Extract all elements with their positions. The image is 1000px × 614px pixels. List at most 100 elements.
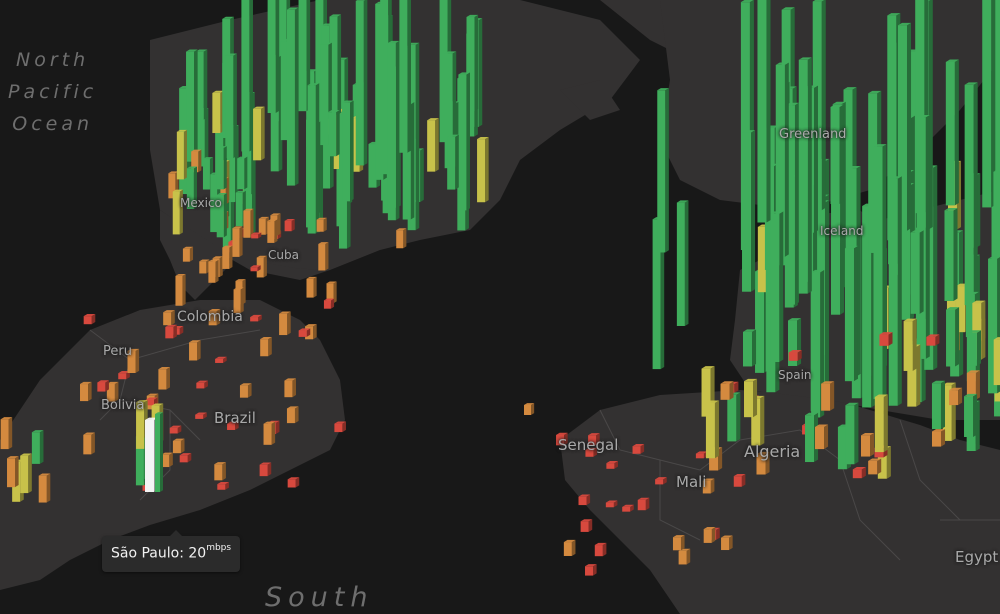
speed-column[interactable]: [585, 564, 597, 576]
speed-column[interactable]: [594, 542, 607, 557]
speed-column[interactable]: [172, 438, 185, 454]
speed-column[interactable]: [931, 429, 946, 447]
speed-column[interactable]: [323, 298, 335, 309]
speed-column[interactable]: [477, 136, 489, 203]
speed-column[interactable]: [910, 230, 924, 314]
speed-column[interactable]: [744, 378, 758, 418]
speed-column[interactable]: [214, 462, 226, 481]
speed-column[interactable]: [237, 156, 248, 190]
speed-column[interactable]: [175, 273, 186, 306]
speed-column[interactable]: [964, 393, 978, 437]
sao-paulo-column-edge[interactable]: [155, 412, 163, 492]
speed-column[interactable]: [334, 421, 346, 433]
speed-column[interactable]: [931, 380, 946, 430]
speed-column[interactable]: [328, 109, 340, 157]
speed-column[interactable]: [316, 217, 327, 232]
speed-column[interactable]: [888, 176, 902, 406]
speed-column[interactable]: [606, 460, 618, 469]
speed-column[interactable]: [676, 200, 689, 326]
speed-column[interactable]: [0, 417, 13, 450]
speed-column[interactable]: [982, 0, 996, 208]
speed-column[interactable]: [38, 473, 51, 503]
speed-column[interactable]: [844, 245, 858, 382]
speed-column[interactable]: [944, 207, 958, 301]
speed-column[interactable]: [821, 381, 835, 411]
speed-column[interactable]: [165, 324, 177, 339]
speed-column[interactable]: [176, 129, 187, 180]
speed-column[interactable]: [158, 367, 170, 390]
speed-column[interactable]: [196, 380, 208, 389]
speed-column[interactable]: [279, 311, 291, 336]
map-canvas[interactable]: [0, 0, 1000, 614]
speed-column[interactable]: [232, 226, 243, 257]
speed-column[interactable]: [212, 90, 224, 134]
speed-column[interactable]: [286, 7, 299, 186]
speed-column[interactable]: [757, 0, 771, 223]
speed-column[interactable]: [815, 424, 829, 450]
speed-column[interactable]: [186, 49, 198, 162]
speed-column[interactable]: [342, 100, 354, 202]
speed-column[interactable]: [217, 481, 229, 490]
speed-column[interactable]: [260, 336, 272, 357]
speed-column[interactable]: [284, 218, 295, 232]
speed-column[interactable]: [199, 259, 210, 274]
speed-column[interactable]: [387, 40, 400, 221]
speed-column[interactable]: [563, 539, 576, 556]
speed-column[interactable]: [396, 228, 407, 249]
speed-column[interactable]: [243, 208, 254, 238]
speed-column[interactable]: [355, 0, 368, 166]
speed-column[interactable]: [632, 444, 645, 454]
speed-column[interactable]: [830, 104, 844, 205]
speed-column[interactable]: [993, 169, 1000, 240]
speed-column[interactable]: [703, 526, 716, 543]
speed-column[interactable]: [163, 310, 175, 326]
speed-column[interactable]: [307, 83, 320, 234]
speed-column[interactable]: [7, 456, 19, 488]
speed-column[interactable]: [253, 106, 265, 161]
speed-column[interactable]: [263, 421, 276, 445]
speed-column[interactable]: [83, 313, 96, 325]
speed-column[interactable]: [318, 242, 329, 271]
speed-column[interactable]: [949, 387, 963, 406]
speed-column[interactable]: [80, 381, 92, 402]
speed-column[interactable]: [945, 59, 959, 206]
speed-column[interactable]: [259, 462, 272, 477]
speed-column[interactable]: [879, 332, 893, 346]
speed-column[interactable]: [306, 276, 317, 298]
speed-column[interactable]: [967, 330, 981, 366]
speed-column[interactable]: [447, 134, 459, 190]
speed-column[interactable]: [399, 0, 411, 153]
speed-column[interactable]: [798, 57, 812, 294]
speed-column[interactable]: [83, 432, 95, 455]
speed-column[interactable]: [874, 394, 888, 453]
speed-column[interactable]: [845, 402, 859, 465]
speed-column[interactable]: [216, 146, 227, 190]
speed-column[interactable]: [208, 259, 219, 283]
speed-column[interactable]: [267, 0, 280, 114]
speed-column[interactable]: [770, 211, 784, 363]
speed-column[interactable]: [20, 453, 32, 494]
speed-column[interactable]: [852, 466, 866, 479]
speed-column[interactable]: [179, 453, 192, 463]
speed-column[interactable]: [97, 380, 109, 392]
speed-column[interactable]: [31, 430, 44, 464]
speed-column[interactable]: [721, 535, 733, 551]
speed-column[interactable]: [241, 0, 253, 152]
speed-column[interactable]: [189, 340, 201, 361]
speed-column[interactable]: [742, 329, 757, 367]
speed-column[interactable]: [788, 350, 802, 361]
speed-column[interactable]: [993, 337, 1000, 386]
speed-column[interactable]: [225, 53, 237, 159]
speed-column[interactable]: [458, 72, 470, 211]
speed-column[interactable]: [239, 383, 252, 398]
speed-column[interactable]: [946, 307, 960, 367]
speed-column[interactable]: [286, 406, 299, 424]
speed-column[interactable]: [657, 88, 669, 253]
speed-column[interactable]: [427, 118, 439, 172]
speed-column[interactable]: [861, 433, 875, 457]
speed-column[interactable]: [964, 82, 978, 306]
speed-column[interactable]: [524, 403, 535, 415]
speed-column[interactable]: [169, 425, 182, 434]
speed-column[interactable]: [222, 245, 233, 269]
speed-column[interactable]: [284, 378, 297, 398]
